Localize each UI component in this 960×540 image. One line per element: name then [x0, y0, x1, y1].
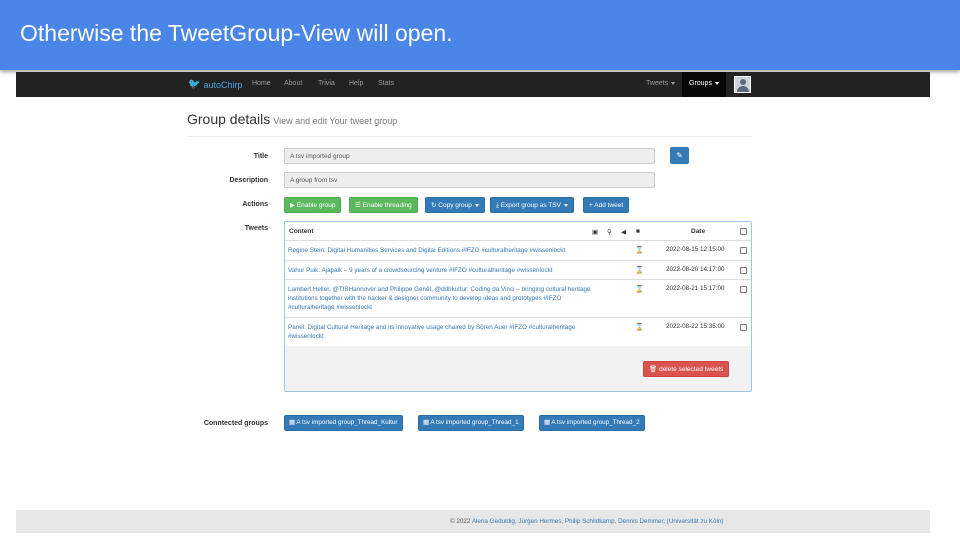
row-checkbox[interactable] — [740, 267, 747, 274]
page-title-text: Group details — [187, 111, 271, 127]
list-icon: ☰ — [355, 202, 361, 209]
grid-icon: ▦ — [423, 419, 429, 426]
description-field[interactable]: A group from tsv — [284, 172, 655, 188]
send-icon: ◀ — [621, 229, 626, 236]
delete-selected-label: delete selected tweets — [659, 366, 724, 373]
row-checkbox[interactable] — [740, 247, 747, 254]
app-screenshot: 🐦 autoChirp Home About Trivia Help Stats… — [16, 72, 930, 533]
nav-stats[interactable]: Stats — [378, 80, 394, 87]
hourglass-icon: ⌛ — [635, 324, 644, 331]
connected-group-button[interactable]: ▦ A tsv imported group_Thread_2 — [539, 415, 645, 431]
location-icon: ⚲ — [607, 229, 612, 236]
navbar: 🐦 autoChirp Home About Trivia Help Stats… — [16, 72, 930, 97]
caret-down-icon — [671, 81, 676, 85]
title-label: Title — [253, 153, 268, 160]
connected-group-label: A tsv imported group_Thread_1 — [430, 419, 519, 426]
caret-down-icon — [474, 203, 479, 207]
enable-threading-button[interactable]: ☰ Enable threading — [349, 197, 418, 213]
table-row: Panel: Digital Cultural Heritage and its… — [285, 318, 751, 346]
enable-group-label: Enable group — [296, 202, 336, 209]
delete-icon: ■ — [636, 228, 640, 235]
tweet-date: 2022-08-20 14:17:00 — [666, 266, 725, 273]
nav-home[interactable]: Home — [252, 80, 271, 87]
table-row: Vahur Puik: Ajapaik – 9 years of a crowd… — [285, 261, 751, 280]
nav-about[interactable]: About — [284, 80, 302, 87]
export-tsv-button[interactable]: ⤓ Export group as TSV — [490, 197, 574, 213]
copy-group-label: Copy group — [438, 202, 472, 209]
nav-groups-dropdown[interactable]: Groups — [682, 72, 726, 97]
user-avatar[interactable] — [734, 76, 751, 93]
divider — [187, 136, 752, 137]
hourglass-icon: ⌛ — [635, 267, 644, 274]
slide-header: Otherwise the TweetGroup-View will open. — [0, 0, 960, 70]
add-tweet-button[interactable]: + Add tweet — [583, 197, 630, 213]
connected-group-label: A tsv imported group_Thread_Kultur — [296, 419, 398, 426]
avatar-body — [737, 86, 749, 92]
footer-authors[interactable]: Alena Geduldig, Jürgen Hermes, Philip Sc… — [472, 518, 665, 525]
page-title: Group details View and edit Your tweet gr… — [187, 111, 397, 127]
avatar-head — [740, 79, 746, 85]
col-date-header: Date — [691, 228, 706, 235]
main-content: Group details View and edit Your tweet gr… — [16, 97, 930, 510]
trash-icon: 🗑 — [649, 366, 658, 373]
row-checkbox[interactable] — [740, 324, 747, 331]
brand-link[interactable]: 🐦 autoChirp — [188, 79, 242, 90]
export-tsv-label: Export group as TSV — [500, 202, 561, 209]
grid-icon: ▦ — [289, 419, 295, 426]
table-row: Regine Stein: Digital Humanities Service… — [285, 241, 751, 261]
grid-icon: ▦ — [544, 419, 550, 426]
page-subtitle: View and edit Your tweet group — [273, 116, 398, 126]
actions-label: Actions — [242, 201, 268, 208]
footer-text: © 2022 Alena Geduldig, Jürgen Hermes, Ph… — [450, 518, 723, 525]
tweet-content[interactable]: Vahur Puik: Ajapaik – 9 years of a crowd… — [288, 266, 608, 275]
tweet-content[interactable]: Regine Stein: Digital Humanities Service… — [288, 246, 608, 255]
download-icon: ⤓ — [496, 202, 499, 209]
add-tweet-label: Add tweet — [594, 202, 624, 209]
tweets-label: Tweets — [244, 225, 268, 232]
row-checkbox[interactable] — [740, 286, 747, 293]
twitter-bird-icon: 🐦 — [188, 79, 201, 90]
edit-button[interactable]: ✎ — [670, 147, 689, 164]
connected-groups-label: Conntected groups — [203, 420, 268, 427]
hourglass-icon: ⌛ — [635, 286, 644, 293]
enable-threading-label: Enable threading — [362, 202, 412, 209]
play-icon: ▶ — [290, 202, 295, 209]
tweet-date: 2022-08-21 15:17:00 — [666, 285, 725, 292]
plus-icon: + — [589, 202, 593, 209]
connected-group-button[interactable]: ▦ A tsv imported group_Thread_1 — [418, 415, 524, 431]
footer-copyright: © 2022 — [450, 518, 471, 525]
select-all-checkbox[interactable] — [740, 228, 747, 235]
tweet-date: 2022-08-22 15:35:00 — [666, 323, 725, 330]
caret-down-icon — [563, 203, 568, 207]
title-field[interactable]: A tsv imported group — [284, 148, 655, 164]
footer: © 2022 Alena Geduldig, Jürgen Hermes, Ph… — [16, 510, 930, 533]
caret-down-icon — [714, 81, 719, 85]
tweet-date: 2022-08-15 12:15:00 — [666, 246, 725, 253]
image-icon: ▣ — [592, 229, 599, 236]
delete-selected-button[interactable]: 🗑 delete selected tweets — [643, 361, 730, 377]
pencil-icon: ✎ — [676, 151, 683, 160]
brand-label: autoChirp — [203, 79, 243, 90]
nav-tweets-label: Tweets — [646, 80, 669, 87]
footer-institution[interactable]: (Universität zu Köln) — [667, 518, 724, 525]
tweet-content[interactable]: Lambert Heller, @TIBHannover and Philipp… — [288, 285, 608, 312]
enable-group-button[interactable]: ▶ Enable group — [284, 197, 342, 213]
nav-trivia[interactable]: Trivia — [318, 80, 335, 87]
tweet-content[interactable]: Panel: Digital Cultural Heritage and its… — [288, 323, 608, 341]
col-content-header: Content — [289, 228, 314, 235]
table-row: Lambert Heller, @TIBHannover and Philipp… — [285, 280, 751, 318]
connected-group-label: A tsv imported group_Thread_2 — [551, 419, 640, 426]
tweets-panel: Content ▣ ⚲ ◀ ■ Date Regine Stein: Digit… — [284, 221, 752, 392]
hourglass-icon: ⌛ — [635, 247, 644, 254]
copy-group-button[interactable]: ↻ Copy group — [425, 197, 485, 213]
description-label: Description — [229, 177, 268, 184]
tweets-table: Content ▣ ⚲ ◀ ■ Date Regine Stein: Digit… — [285, 222, 751, 346]
connected-group-button[interactable]: ▦ A tsv imported group_Thread_Kultur — [284, 415, 403, 431]
nav-tweets-dropdown[interactable]: Tweets — [646, 80, 676, 87]
slide-title: Otherwise the TweetGroup-View will open. — [20, 20, 453, 46]
nav-groups-label: Groups — [689, 80, 712, 87]
nav-help[interactable]: Help — [349, 80, 363, 87]
refresh-icon: ↻ — [431, 202, 437, 209]
